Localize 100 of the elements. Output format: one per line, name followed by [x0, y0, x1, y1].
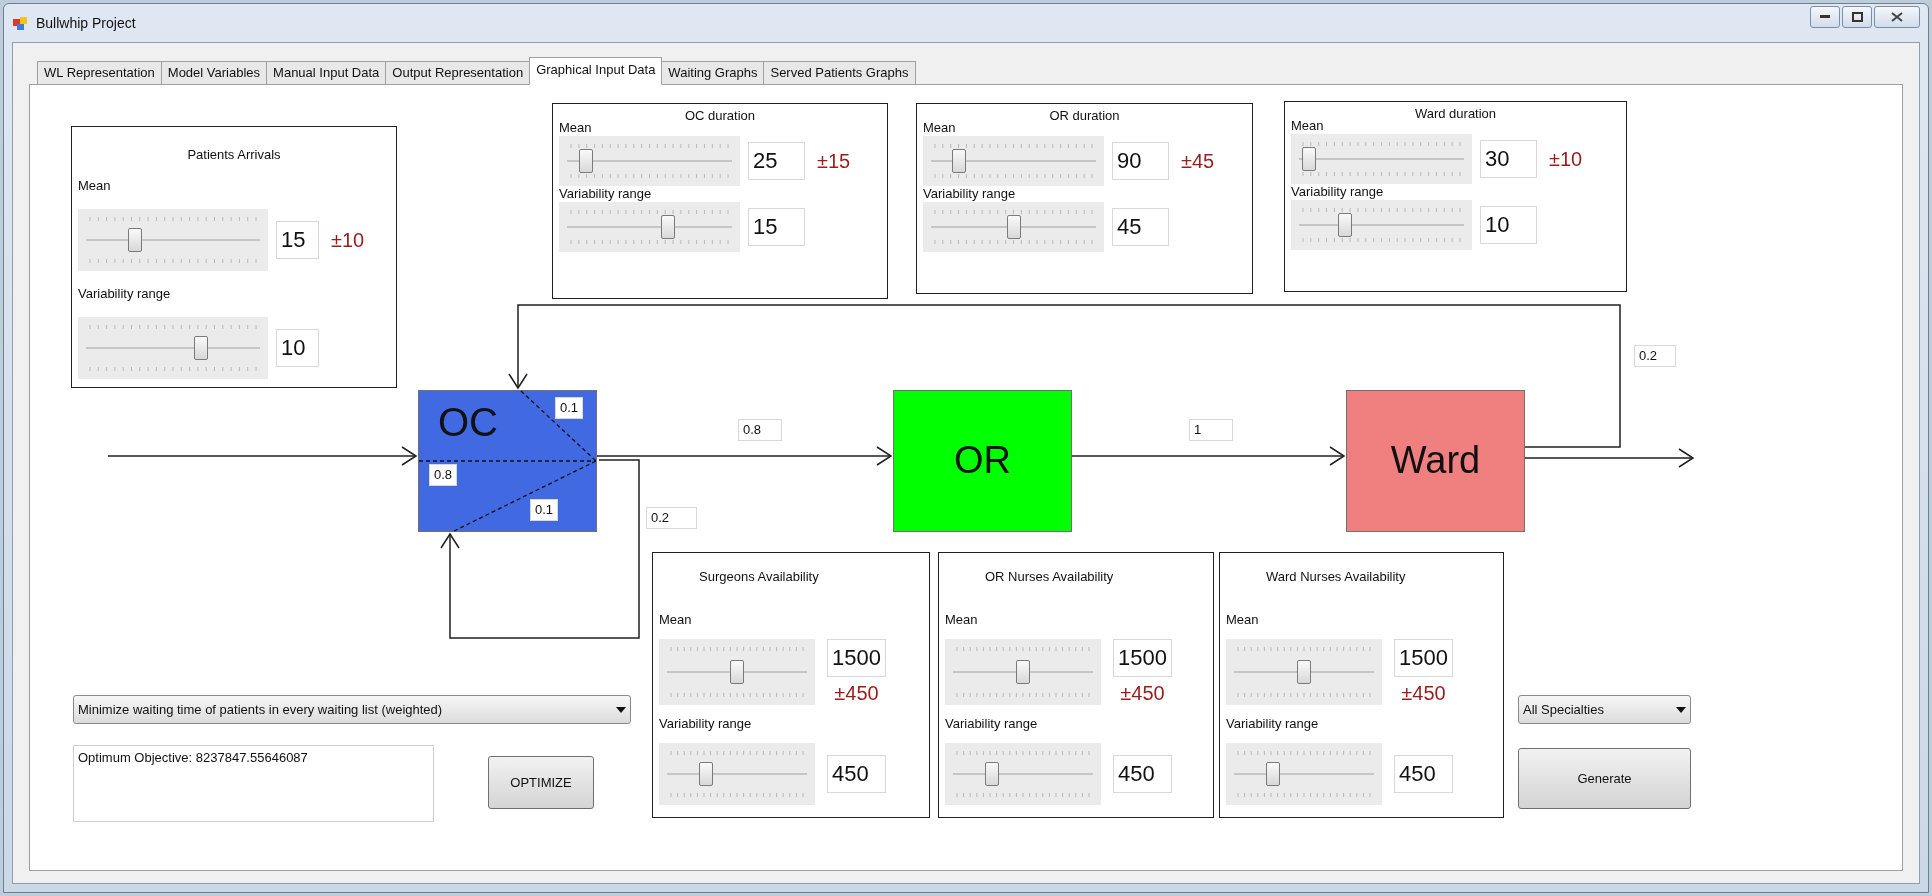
dropdown-arrow-icon	[616, 706, 626, 713]
range-text: ±450	[834, 681, 879, 705]
slider[interactable]	[659, 639, 815, 705]
field-label: Variability range	[945, 716, 1038, 732]
slider[interactable]	[1291, 200, 1472, 250]
value-field[interactable]: 450	[827, 755, 886, 793]
slider-thumb[interactable]	[579, 149, 594, 173]
slider[interactable]	[923, 136, 1104, 186]
slider-thumb[interactable]	[1297, 660, 1311, 684]
value-field[interactable]: 1500	[1113, 639, 1172, 677]
panel-title: OC duration	[684, 108, 756, 124]
slider[interactable]	[923, 202, 1104, 252]
range-text: ±45	[1181, 149, 1215, 174]
node-label: OR	[953, 438, 1012, 483]
field-label: Mean	[945, 612, 978, 628]
slider[interactable]	[559, 202, 740, 252]
slider-thumb[interactable]	[1016, 660, 1030, 684]
specialty-dropdown[interactable]: All Specialties	[1518, 695, 1691, 724]
slider[interactable]	[1226, 639, 1382, 705]
slider-thumb[interactable]	[984, 762, 999, 786]
field-label: Mean	[559, 120, 592, 136]
field-label: Mean	[659, 612, 692, 628]
panel-title: Surgeons Availability	[699, 569, 819, 585]
tab[interactable]: Output Representation	[385, 61, 531, 85]
slider[interactable]	[559, 136, 740, 186]
panel-title: Patients Arrivals	[187, 147, 281, 163]
field-label: Variability range	[559, 186, 652, 202]
slider[interactable]	[1226, 743, 1382, 805]
value-field[interactable]: 450	[1394, 755, 1453, 793]
slider-thumb[interactable]	[1338, 213, 1353, 237]
panel-title: Ward Nurses Availability	[1266, 569, 1406, 585]
slider[interactable]	[78, 209, 268, 271]
tab[interactable]: Waiting Graphs	[661, 61, 765, 85]
optimize-button[interactable]: OPTIMIZE	[488, 756, 594, 809]
probability-label: 1	[1189, 419, 1233, 441]
slider-thumb[interactable]	[1006, 215, 1021, 239]
range-text: ±10	[331, 228, 365, 253]
slider[interactable]	[945, 743, 1101, 805]
maximize-button[interactable]	[1842, 6, 1872, 28]
value-field[interactable]: 10	[276, 329, 319, 367]
field-label: Variability range	[1291, 184, 1384, 200]
app-icon	[12, 15, 28, 31]
probability-label: 0.2	[646, 507, 697, 529]
probability-label: 0.8	[738, 419, 782, 441]
probability-label: 0.8	[429, 464, 458, 486]
close-icon	[1891, 12, 1903, 22]
value-field[interactable]: 15	[276, 221, 319, 259]
field-label: Variability range	[659, 716, 752, 732]
slider[interactable]	[945, 639, 1101, 705]
restore-icon	[1851, 12, 1863, 22]
minimize-button[interactable]	[1810, 6, 1840, 28]
range-text: ±450	[1120, 681, 1165, 705]
value-field[interactable]: 15	[748, 208, 805, 246]
close-button[interactable]	[1874, 6, 1920, 28]
slider[interactable]	[78, 317, 268, 379]
slider-thumb[interactable]	[698, 762, 713, 786]
value-field[interactable]: 30	[1480, 140, 1537, 178]
tab[interactable]: WL Representation	[37, 61, 162, 85]
dropdown-arrow-icon	[1676, 706, 1686, 713]
slider-thumb[interactable]	[952, 149, 967, 173]
value-field[interactable]: 45	[1112, 208, 1169, 246]
window-title: Bullwhip Project	[36, 13, 136, 33]
slider-thumb[interactable]	[730, 660, 744, 684]
slider-thumb[interactable]	[1302, 147, 1317, 171]
slider[interactable]	[659, 743, 815, 805]
minimize-icon	[1820, 15, 1830, 19]
range-text: ±450	[1401, 681, 1446, 705]
tab[interactable]: Model Variables	[160, 61, 268, 85]
probability-label: 0.2	[1634, 345, 1676, 367]
slider[interactable]	[1291, 134, 1472, 184]
probability-label: 0.1	[555, 397, 584, 419]
field-label: Variability range	[1226, 716, 1319, 732]
range-text: ±10	[1549, 147, 1583, 172]
tab[interactable]: Graphical Input Data	[529, 57, 663, 85]
value-field[interactable]: 1500	[1394, 639, 1453, 677]
value-field[interactable]: 25	[748, 142, 805, 180]
objective-dropdown[interactable]: Minimize waiting time of patients in every waiting list (weighted)	[73, 695, 631, 724]
slider-thumb[interactable]	[1265, 762, 1280, 786]
value-field[interactable]: 90	[1112, 142, 1169, 180]
field-label: Mean	[1226, 612, 1259, 628]
value-field[interactable]: 450	[1113, 755, 1172, 793]
range-text: ±15	[817, 149, 851, 174]
node-label: Ward	[1389, 438, 1482, 483]
result-box[interactable]: Optimum Objective: 8237847.55646087	[73, 745, 434, 822]
value-field[interactable]: 10	[1480, 206, 1537, 244]
value-field[interactable]: 1500	[827, 639, 886, 677]
field-label: Mean	[1291, 118, 1324, 134]
probability-label: 0.1	[530, 499, 559, 521]
field-label: Variability range	[78, 286, 171, 302]
node-label: OC	[438, 399, 498, 446]
panel-title: Ward duration	[1414, 106, 1497, 122]
tab[interactable]: Served Patients Graphs	[763, 61, 916, 85]
generate-button[interactable]: Generate	[1518, 748, 1691, 809]
slider-thumb[interactable]	[194, 336, 209, 360]
field-label: Mean	[78, 178, 111, 194]
slider-thumb[interactable]	[660, 215, 675, 239]
panel-title: OR Nurses Availability	[985, 569, 1114, 585]
slider-thumb[interactable]	[128, 228, 142, 252]
panel-title: OR duration	[1049, 108, 1120, 124]
tab[interactable]: Manual Input Data	[266, 61, 387, 85]
